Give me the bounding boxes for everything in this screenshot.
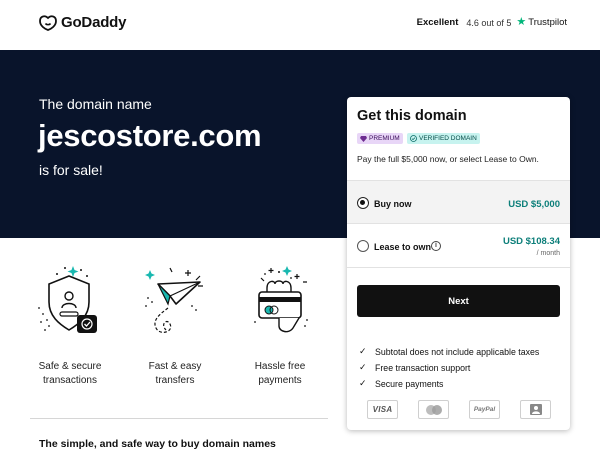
feature-label: Fast & easy transfers [125,360,225,388]
feature-line-1: Safe & secure [38,361,102,372]
get-domain-card: Get this domain PREMIUM VERIFIED DOMAIN … [347,97,570,430]
lease-to-own-option[interactable]: Lease to own i USD $108.34 / month [347,224,570,268]
feature-hassle-free: Hassle free payments [230,262,330,388]
mastercard-icon [418,400,449,419]
trust-score: 4.6 out of 5 [466,17,512,28]
verified-badge: VERIFIED DOMAIN [407,133,480,144]
section-divider [30,418,328,419]
feature-label: Hassle free payments [230,360,330,388]
paypal-label: PayPal [473,406,496,413]
paypal-icon: PayPal [469,400,500,419]
godaddy-logo[interactable]: GoDaddy [39,14,126,31]
feature-label: Safe & secure transactions [20,360,120,388]
feature-line-1: Fast & easy [148,361,202,372]
visa-icon: VISA [367,400,398,419]
godaddy-logo-icon [39,14,57,31]
verified-check-icon [410,135,417,142]
feature-line-2: payments [258,375,302,386]
hero-domain-name: jescostore.com [38,118,262,153]
page: GoDaddy Excellent 4.6 out of 5 ★ Trustpi… [0,0,600,450]
bottom-heading: The simple, and safe way to buy domain n… [39,438,276,450]
verified-badge-label: VERIFIED DOMAIN [419,135,477,142]
check-item: ✓ Secure payments [359,378,443,389]
lease-period: / month [536,250,560,257]
trust-rating: Excellent [416,17,459,28]
lease-to-own-radio[interactable] [357,240,369,252]
buy-now-price: USD $5,000 [508,199,560,210]
card-description: Pay the full $5,000 now, or select Lease… [357,154,539,164]
hand-card-icon [254,266,308,333]
feature-line-2: transactions [43,375,97,386]
mastercard-circles [425,404,442,415]
trustpilot-rating[interactable]: Excellent 4.6 out of 5 ★ Trustpilot [416,16,567,29]
feature-line-2: transfers [155,375,195,386]
check-item: ✓ Subtotal does not include applicable t… [359,346,539,357]
top-bar: GoDaddy Excellent 4.6 out of 5 ★ Trustpi… [0,0,600,50]
bank-transfer-icon [520,400,551,419]
premium-badge: PREMIUM [357,133,403,144]
buy-now-option[interactable]: Buy now USD $5,000 [347,180,570,224]
premium-badge-label: PREMIUM [369,135,400,142]
shield-lock-icon [38,266,97,333]
lease-to-own-label: Lease to own [374,242,432,252]
lease-price: USD $108.34 [502,236,560,247]
feature-safe-secure: Safe & secure transactions [20,262,120,388]
check-item-text: Subtotal does not include applicable tax… [375,346,540,357]
check-item: ✓ Free transaction support [359,362,470,373]
check-item-text: Free transaction support [375,362,471,373]
logo-text: GoDaddy [61,14,127,31]
hero-pre-text: The domain name [39,96,152,112]
trust-brand: Trustpilot [528,17,567,28]
check-item-text: Secure payments [375,378,444,389]
trustpilot-star-icon: ★ [516,16,527,28]
bank-glyph [529,404,542,415]
buy-now-label: Buy now [374,199,412,209]
buy-now-radio[interactable] [357,197,369,209]
info-icon[interactable]: i [431,241,441,251]
check-icon: ✓ [359,378,367,388]
visa-label: VISA [372,405,393,414]
card-title: Get this domain [357,108,467,124]
check-icon: ✓ [359,362,367,372]
next-button[interactable]: Next [357,285,560,317]
hero-post-text: is for sale! [39,162,103,178]
feature-fast-easy: Fast & easy transfers [125,262,225,388]
paper-plane-icon [145,267,203,333]
diamond-icon [360,135,367,142]
feature-line-1: Hassle free [254,361,306,372]
check-icon: ✓ [359,346,367,356]
